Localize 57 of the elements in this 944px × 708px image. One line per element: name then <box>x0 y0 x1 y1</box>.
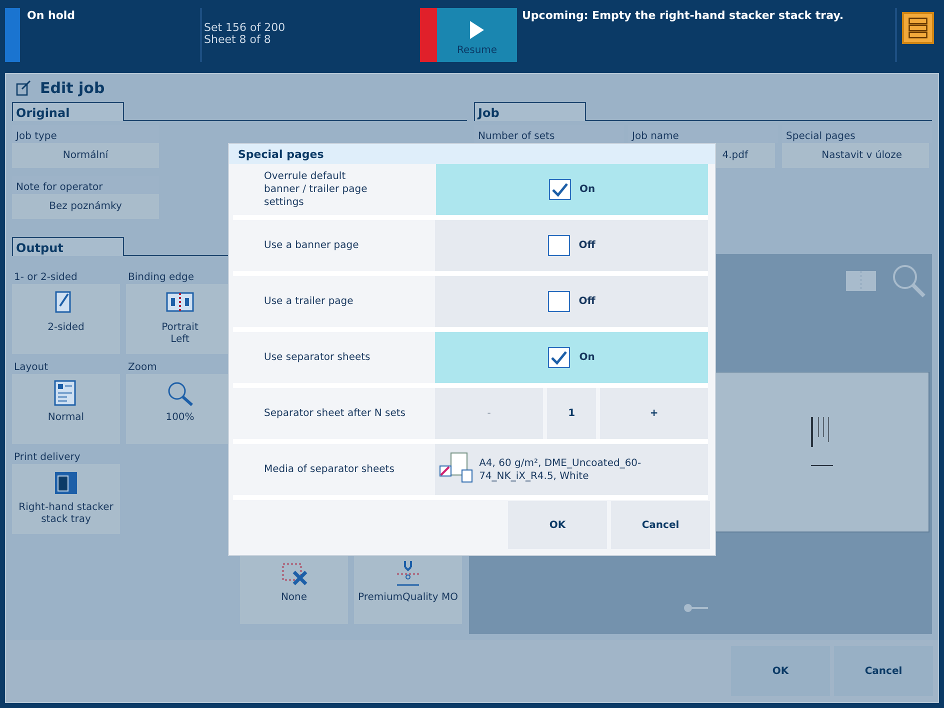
setting-tile[interactable]: None <box>240 554 348 624</box>
stacker-icon <box>52 470 80 496</box>
setting-tile[interactable]: Normal <box>12 374 120 444</box>
setting-label: Binding edge <box>127 271 195 284</box>
toggle-control[interactable]: Off <box>435 276 708 327</box>
toggle-state: Off <box>578 239 596 253</box>
media-description: A4, 60 g/m², DME_Uncoated_60-74_NK_iX_R4.5, White <box>479 456 642 482</box>
setting-label: Media of separator sheets <box>263 463 396 477</box>
dialog-button[interactable]: Cancel <box>611 501 710 549</box>
increment-button[interactable]: + <box>600 388 708 439</box>
field-value[interactable]: Normální <box>12 143 159 168</box>
setting-label: Use a banner page <box>263 239 360 253</box>
dialog-title: Special pages <box>229 144 715 164</box>
setting-label: Zoom <box>127 361 158 374</box>
counter-value: 1 <box>547 388 596 439</box>
setting-label: 1- or 2-sided <box>13 271 78 284</box>
toggle-state: On <box>579 351 595 365</box>
zoom-slider[interactable] <box>684 604 710 612</box>
setting-tile[interactable]: 2-sided <box>12 284 120 354</box>
printmode-icon <box>394 560 422 586</box>
toggle-control[interactable]: Off <box>435 220 708 271</box>
section-tab[interactable]: Output <box>12 237 124 256</box>
checkbox[interactable] <box>548 179 570 200</box>
play-icon <box>470 21 484 39</box>
edit-icon <box>16 80 32 96</box>
footer-button[interactable]: OK <box>731 646 830 696</box>
progress-text: Set 156 of 200 <box>204 22 286 34</box>
setting-tile[interactable]: Right-hand stacker stack tray <box>12 464 120 534</box>
upcoming-message: Upcoming: Empty the right-hand stacker stack tray. <box>522 9 844 22</box>
setting-label: Print delivery <box>13 451 82 464</box>
job-status: On hold <box>27 9 76 22</box>
dialog-button[interactable]: OK <box>508 501 607 549</box>
setting-label: Layout <box>13 361 49 374</box>
stop-indicator <box>420 8 437 62</box>
status-indicator <box>5 8 20 62</box>
toggle-control[interactable]: On <box>436 164 708 215</box>
media-selector[interactable]: A4, 60 g/m², DME_Uncoated_60-74_NK_iX_R4.5, White <box>435 444 708 495</box>
footer-button[interactable]: Cancel <box>834 646 933 696</box>
field-value[interactable]: Nastavit v úloze <box>782 143 929 168</box>
setting-label: Use separator sheets <box>263 351 372 365</box>
toggle-control[interactable]: On <box>435 332 708 383</box>
checkbox[interactable] <box>548 235 570 256</box>
setting-label: Separator sheet after N sets <box>263 407 406 421</box>
page-title: Edit job <box>40 78 105 99</box>
setting-tile[interactable]: PremiumQuality MO <box>354 554 462 624</box>
checkbox[interactable] <box>548 347 570 368</box>
server-icon[interactable] <box>902 12 934 44</box>
zoom-icon <box>166 380 194 406</box>
progress-text: Sheet 8 of 8 <box>204 34 272 46</box>
setting-label: Overrule default banner / trailer page settings <box>263 170 368 210</box>
toggle-state: On <box>580 183 596 197</box>
field-value[interactable]: Bez poznámky <box>12 194 159 219</box>
checkbox[interactable] <box>548 291 570 312</box>
section-tab[interactable]: Job <box>474 102 586 121</box>
section-tab[interactable]: Original <box>12 102 124 121</box>
setting-label: Use a trailer page <box>263 295 354 309</box>
toggle-state: Off <box>578 295 596 309</box>
